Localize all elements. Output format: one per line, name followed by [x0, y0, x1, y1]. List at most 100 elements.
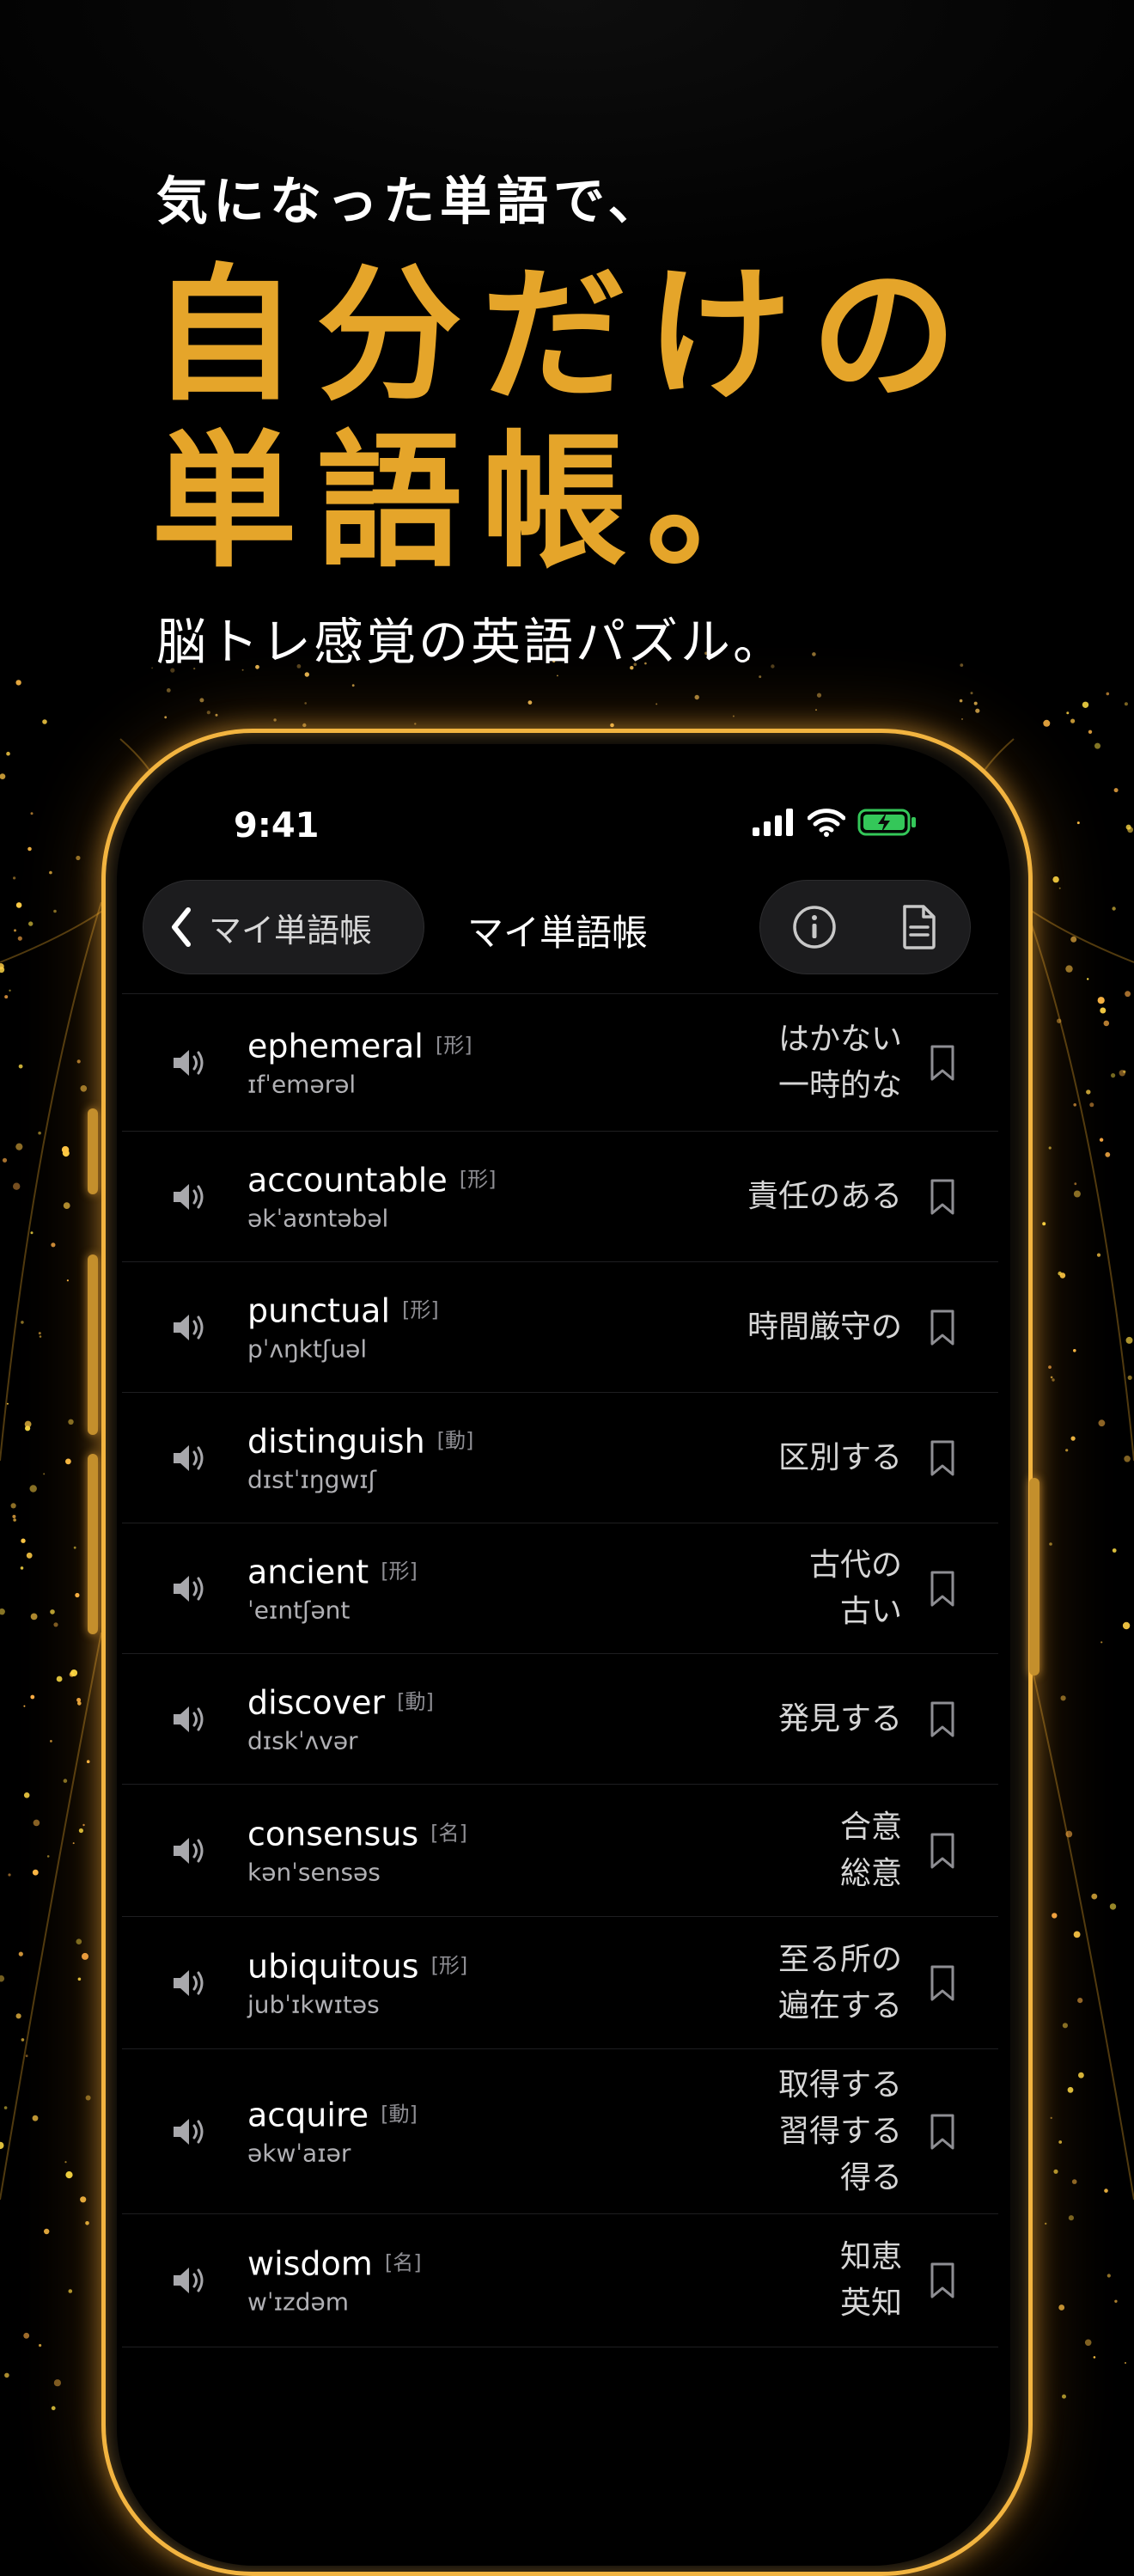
part-of-speech: [形] [381, 1559, 418, 1583]
word-meaning: はかない 一時的な [778, 1016, 902, 1109]
battery-charging-icon [857, 809, 916, 836]
meaning-line: 知恵 [839, 2239, 902, 2274]
bookmark-icon[interactable] [930, 1309, 955, 1346]
word-row[interactable]: discover [動] dɪskˈʌvər 発見する [122, 1653, 998, 1784]
meaning-line: 総意 [839, 1855, 902, 1891]
speaker-icon[interactable] [170, 1572, 208, 1606]
sparkle [759, 675, 762, 679]
sparkle [76, 1698, 82, 1702]
meaning-line: 遍在する [777, 1987, 902, 2024]
word-text: ephemeral [247, 1027, 424, 1065]
pronunciation: pˈʌŋktʃuəl [247, 1334, 368, 1363]
speaker-icon[interactable] [170, 1702, 208, 1737]
bookmark-icon[interactable] [930, 1439, 955, 1477]
word-entry: ephemeral [形] ɪfˈemərəl [247, 1027, 472, 1098]
sparkle [70, 1670, 78, 1676]
bookmark-icon[interactable] [930, 2113, 955, 2151]
sparkle [959, 699, 963, 703]
pronunciation: wˈɪzdəm [247, 2287, 349, 2317]
word-row[interactable]: consensus [名] kənˈsensəs 合意 総意 [122, 1784, 998, 1916]
nav-actions [759, 880, 971, 974]
word-text: acquire [247, 2096, 369, 2133]
sparkle [1068, 2215, 1074, 2221]
bookmark-icon[interactable] [930, 1964, 955, 2002]
sparkle [1091, 1893, 1098, 1900]
back-button[interactable]: マイ単語帳 [143, 880, 424, 974]
speaker-icon[interactable] [170, 1834, 208, 1868]
sparkle [1082, 701, 1089, 708]
sparkle [1070, 936, 1077, 943]
bookmark-icon[interactable] [930, 1832, 955, 1870]
sparkle [6, 1402, 9, 1405]
sparkle [43, 1473, 46, 1475]
sparkle [1071, 2179, 1077, 2184]
bookmark-icon[interactable] [930, 1700, 955, 1738]
sparkle [1112, 1548, 1117, 1553]
sparkle [527, 700, 533, 705]
word-meaning: 時間厳守の [747, 1304, 902, 1351]
speaker-icon[interactable] [170, 1310, 208, 1345]
headline-sub: 気になった単語で、 [156, 172, 665, 232]
sparkle [50, 1609, 55, 1615]
sparkle [1048, 1365, 1052, 1369]
sparkle [51, 2406, 56, 2411]
speaker-icon[interactable] [170, 2115, 208, 2149]
sparkle [0, 773, 6, 779]
speaker-icon[interactable] [170, 1180, 208, 1214]
sparkle [1087, 978, 1089, 980]
speaker-icon[interactable] [170, 1046, 208, 1080]
part-of-speech: [名] [384, 2250, 422, 2275]
bookmark-icon[interactable] [930, 1044, 955, 1082]
status-icons [753, 808, 918, 837]
word-row[interactable]: ubiquitous [形] jubˈɪkwɪtəs 至る所の 遍在する [122, 1916, 998, 2048]
sparkle [1105, 1151, 1111, 1157]
wifi-icon [808, 809, 845, 837]
speaker-icon[interactable] [170, 2263, 208, 2298]
word-row[interactable]: distinguish [動] dɪstˈɪŋgwɪʃ 区別する [122, 1392, 998, 1523]
word-row[interactable]: ancient [形] ˈeɪntʃənt 古代の 古い [122, 1523, 998, 1653]
word-row[interactable]: ephemeral [形] ɪfˈemərəl はかない 一時的な [122, 993, 998, 1131]
sparkle [1107, 2274, 1111, 2278]
sparkle [82, 1952, 88, 1960]
pronunciation: jubˈɪkwɪtəs [247, 1990, 380, 2018]
sparkle [8, 1873, 11, 1877]
info-icon[interactable] [791, 904, 838, 950]
word-row[interactable]: wisdom [名] wˈɪzdəm 知恵 英知 [122, 2213, 998, 2347]
bookmark-icon[interactable] [930, 1178, 955, 1216]
sparkle [18, 1951, 23, 1956]
meaning-line: 責任のある [747, 1178, 902, 1214]
bookmark-icon[interactable] [930, 1570, 955, 1608]
speaker-icon[interactable] [170, 1966, 208, 2000]
document-icon[interactable] [899, 903, 939, 951]
sparkle [1060, 1695, 1066, 1701]
sparkle [1106, 692, 1110, 696]
sparkle [1059, 1273, 1066, 1279]
speaker-icon[interactable] [170, 1441, 208, 1475]
word-text: accountable [247, 1161, 448, 1199]
sparkle [302, 723, 307, 728]
word-row[interactable]: acquire [動] əkwˈaɪər 取得する 習得する 得る [122, 2048, 998, 2213]
sparkle [732, 715, 735, 717]
sparkle [39, 2344, 42, 2347]
sparkle [1073, 1103, 1076, 1107]
sparkle [1045, 2222, 1047, 2225]
sparkle [1099, 1138, 1104, 1142]
sparkle [1073, 1349, 1076, 1352]
sparkle [17, 936, 22, 941]
sparkle [18, 1064, 23, 1069]
sparkle [1052, 1378, 1055, 1382]
bookmark-icon[interactable] [930, 2262, 955, 2299]
phone-volume-down-button [88, 1454, 98, 1634]
sparkle [4, 995, 9, 999]
word-row[interactable]: accountable [形] əkˈaʊntəbəl 責任のある [122, 1131, 998, 1261]
part-of-speech: [動] [381, 2102, 418, 2126]
sparkle [1078, 2072, 1084, 2079]
sparkle [1111, 1073, 1116, 1078]
word-row[interactable]: punctual [形] pˈʌŋktʃuəl 時間厳守の [122, 1261, 998, 1392]
word-entry: distinguish [動] dɪstˈɪŋgwɪʃ [247, 1422, 473, 1493]
sparkle [1052, 1913, 1058, 1919]
sparkle [30, 812, 34, 815]
sparkle [23, 2332, 30, 2339]
sparkle [46, 1855, 50, 1858]
page-title: マイ単語帳 [467, 912, 649, 954]
